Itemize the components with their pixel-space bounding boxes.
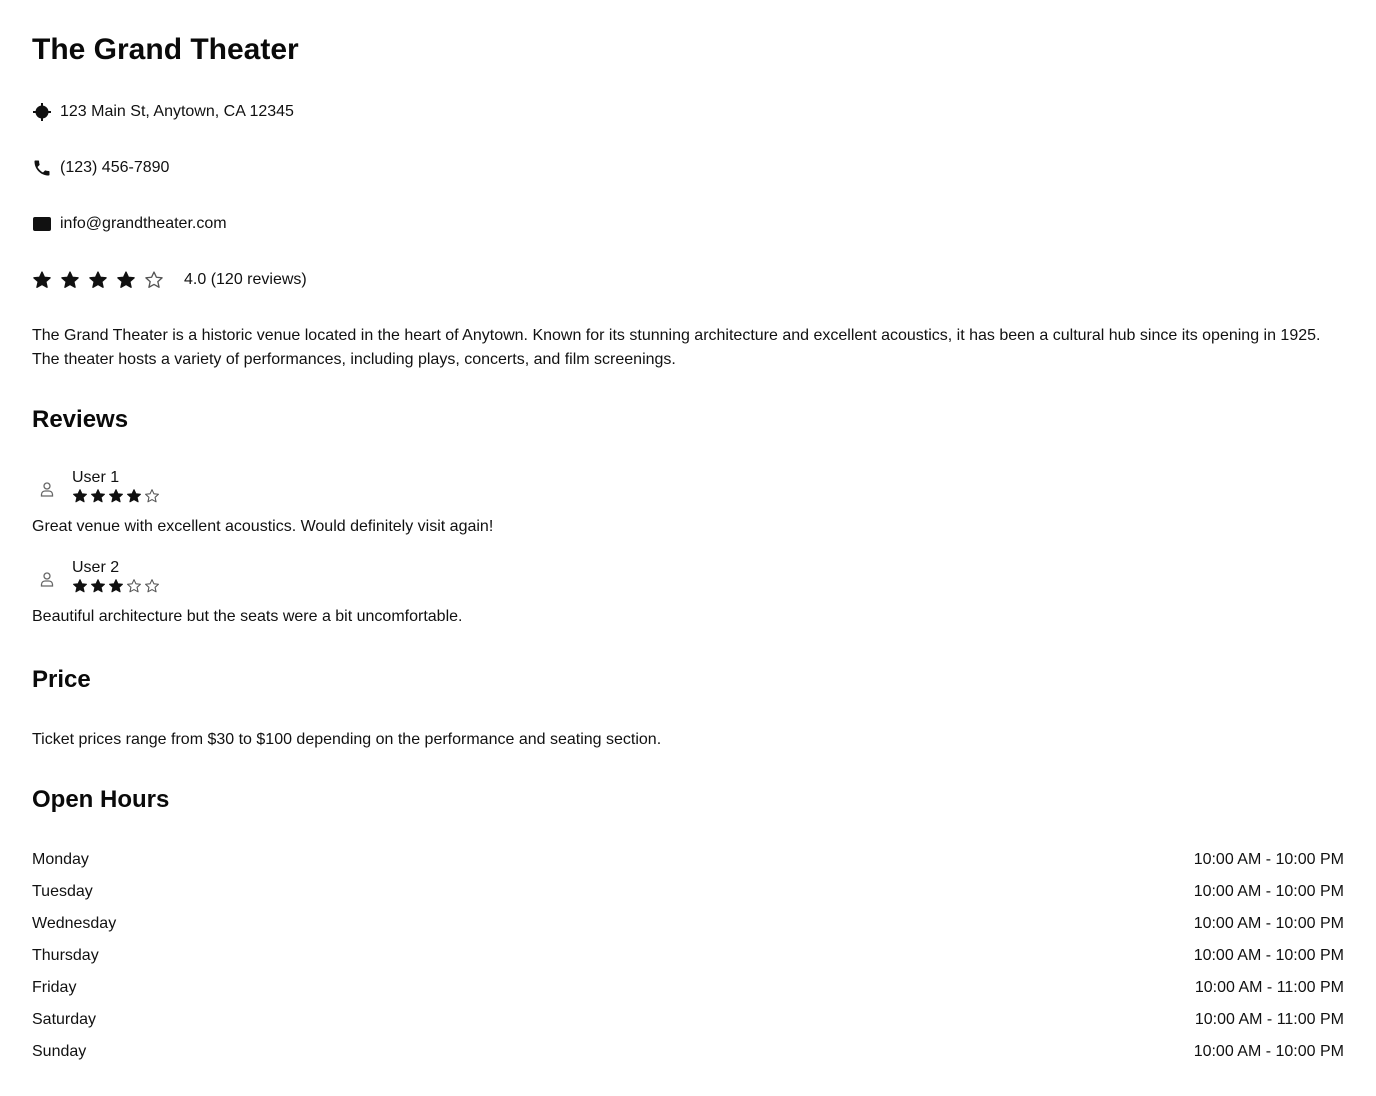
open-hours-table: Monday 10:00 AM - 10:00 PM Tuesday 10:00… (32, 848, 1344, 1072)
hours-row-saturday: Saturday 10:00 AM - 11:00 PM (32, 1008, 1344, 1040)
review-rating-stars (72, 488, 162, 504)
star-filled-icon (90, 578, 106, 594)
review-header: User 2 (32, 558, 1344, 599)
reviews-heading: Reviews (32, 406, 129, 433)
hours-time: 10:00 AM - 11:00 PM (1194, 1011, 1344, 1028)
review-item: User 1 Great venue with excellent acoust… (32, 468, 1344, 539)
star-outline-icon (126, 578, 142, 594)
hours-day: Tuesday (32, 883, 93, 900)
hours-row-wednesday: Wednesday 10:00 AM - 10:00 PM (32, 912, 1344, 944)
review-user-name: User 1 (72, 469, 120, 486)
star-filled-icon (88, 270, 108, 290)
hours-time: 10:00 AM - 10:00 PM (1193, 915, 1344, 932)
hours-day: Friday (32, 979, 77, 996)
rating-summary: 4.0 (120 reviews) (184, 271, 307, 288)
star-filled-icon (108, 578, 124, 594)
review-text: Beautiful architecture but the seats wer… (32, 608, 463, 625)
review-rating-stars (72, 578, 162, 594)
star-filled-icon (116, 270, 136, 290)
hours-row-thursday: Thursday 10:00 AM - 10:00 PM (32, 944, 1344, 976)
user-icon (32, 474, 62, 504)
envelope-icon (32, 214, 52, 234)
email-text: info@grandtheater.com (60, 215, 227, 232)
hours-row-monday: Monday 10:00 AM - 10:00 PM (32, 848, 1344, 880)
hours-row-tuesday: Tuesday 10:00 AM - 10:00 PM (32, 880, 1344, 912)
location-target-icon (32, 102, 52, 122)
hours-row-friday: Friday 10:00 AM - 11:00 PM (32, 976, 1344, 1008)
phone-icon (32, 158, 52, 178)
hours-time: 10:00 AM - 11:00 PM (1194, 979, 1344, 996)
open-hours-heading: Open Hours (32, 786, 170, 813)
review-item: User 2 Beautiful architecture but the se… (32, 558, 1344, 629)
hours-day: Saturday (32, 1011, 97, 1028)
phone-text: (123) 456-7890 (60, 159, 170, 176)
star-outline-icon (144, 488, 160, 504)
review-user-name: User 2 (72, 559, 120, 576)
star-filled-icon (108, 488, 124, 504)
overall-rating: 4.0 (120 reviews) (32, 268, 307, 292)
price-text: Ticket prices range from $30 to $100 dep… (32, 731, 662, 748)
page-title: The Grand Theater (32, 33, 299, 66)
review-header: User 1 (32, 468, 1344, 509)
address-text: 123 Main St, Anytown, CA 12345 (60, 103, 294, 120)
hours-time: 10:00 AM - 10:00 PM (1193, 851, 1344, 868)
user-icon (32, 564, 62, 594)
star-filled-icon (72, 488, 88, 504)
star-filled-icon (72, 578, 88, 594)
hours-day: Thursday (32, 947, 99, 964)
phone-row: (123) 456-7890 (32, 156, 169, 180)
hours-day: Sunday (32, 1043, 87, 1060)
star-outline-icon (144, 270, 164, 290)
price-heading: Price (32, 666, 91, 693)
review-text: Great venue with excellent acoustics. Wo… (32, 518, 494, 535)
hours-row-sunday: Sunday 10:00 AM - 10:00 PM (32, 1040, 1344, 1072)
hours-day: Monday (32, 851, 89, 868)
hours-time: 10:00 AM - 10:00 PM (1193, 1043, 1344, 1060)
star-outline-icon (144, 578, 160, 594)
overall-rating-stars (32, 270, 172, 290)
star-filled-icon (60, 270, 80, 290)
venue-description: The Grand Theater is a historic venue lo… (32, 327, 1321, 368)
hours-day: Wednesday (32, 915, 117, 932)
email-row: info@grandtheater.com (32, 212, 227, 236)
hours-time: 10:00 AM - 10:00 PM (1193, 883, 1344, 900)
hours-time: 10:00 AM - 10:00 PM (1193, 947, 1344, 964)
star-filled-icon (90, 488, 106, 504)
address-row: 123 Main St, Anytown, CA 12345 (32, 100, 294, 124)
star-filled-icon (126, 488, 142, 504)
star-filled-icon (32, 270, 52, 290)
